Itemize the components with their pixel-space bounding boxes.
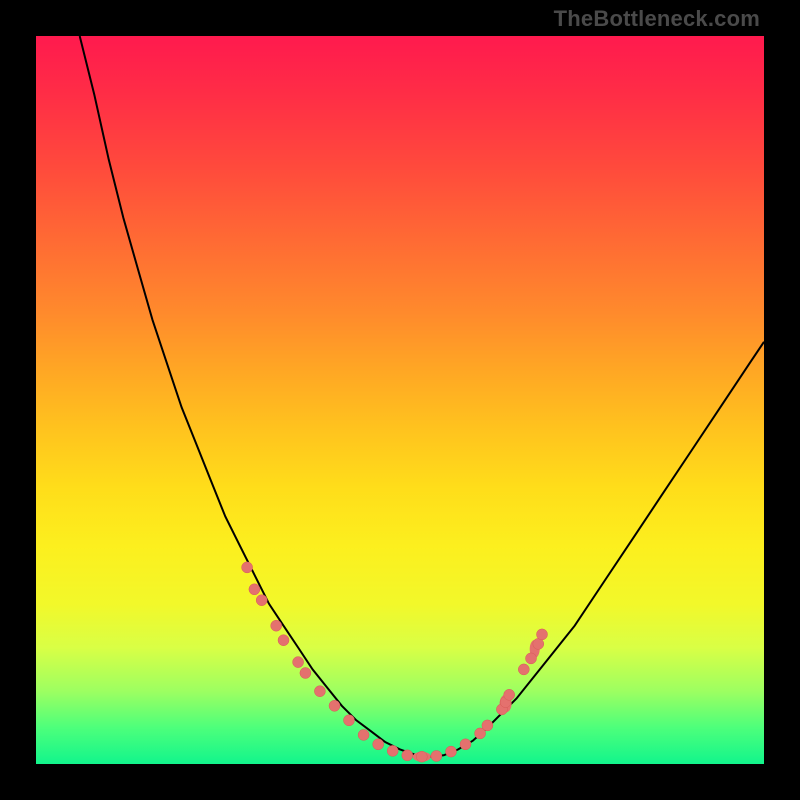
bottleneck-curve: [80, 36, 764, 757]
watermark-text: TheBottleneck.com: [554, 6, 760, 32]
marker-point: [526, 653, 537, 664]
marker-point: [518, 664, 529, 675]
marker-point: [344, 715, 355, 726]
marker-point: [402, 750, 413, 761]
marker-point: [446, 746, 457, 757]
marker-point: [293, 657, 304, 668]
marker-point: [314, 686, 325, 697]
plot-area: [36, 36, 764, 764]
chart-svg: [36, 36, 764, 764]
marker-point: [358, 729, 369, 740]
marker-point: [431, 751, 442, 762]
marker-point: [278, 635, 289, 646]
marker-point: [271, 620, 282, 631]
chart-frame: TheBottleneck.com: [0, 0, 800, 800]
marker-point: [460, 739, 471, 750]
marker-point: [387, 745, 398, 756]
marker-group: [242, 562, 548, 762]
marker-point: [329, 700, 340, 711]
marker-point: [504, 689, 515, 700]
marker-point: [249, 584, 260, 595]
marker-point: [300, 668, 311, 679]
marker-point: [416, 751, 427, 762]
marker-point: [256, 595, 267, 606]
marker-point: [537, 629, 548, 640]
marker-point: [373, 739, 384, 750]
marker-point: [242, 562, 253, 573]
marker-point: [482, 720, 493, 731]
